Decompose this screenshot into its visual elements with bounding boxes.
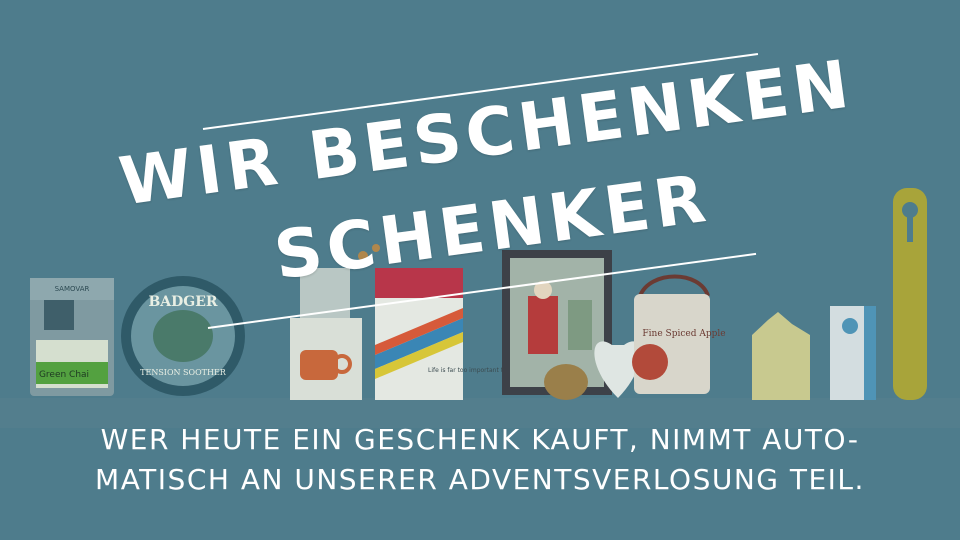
- subline: WER HEUTE EIN GESCHENK KAUFT, NIMMT AUTO…: [0, 420, 960, 500]
- subline-line-1: WER HEUTE EIN GESCHENK KAUFT, NIMMT AUTO…: [100, 423, 860, 456]
- subline-line-2: MATISCH AN UNSERER ADVENTSVERLOSUNG TEIL…: [95, 463, 865, 496]
- banner: SAMOVAR Green Chai BADGER TENSION SOOTHE…: [0, 0, 960, 540]
